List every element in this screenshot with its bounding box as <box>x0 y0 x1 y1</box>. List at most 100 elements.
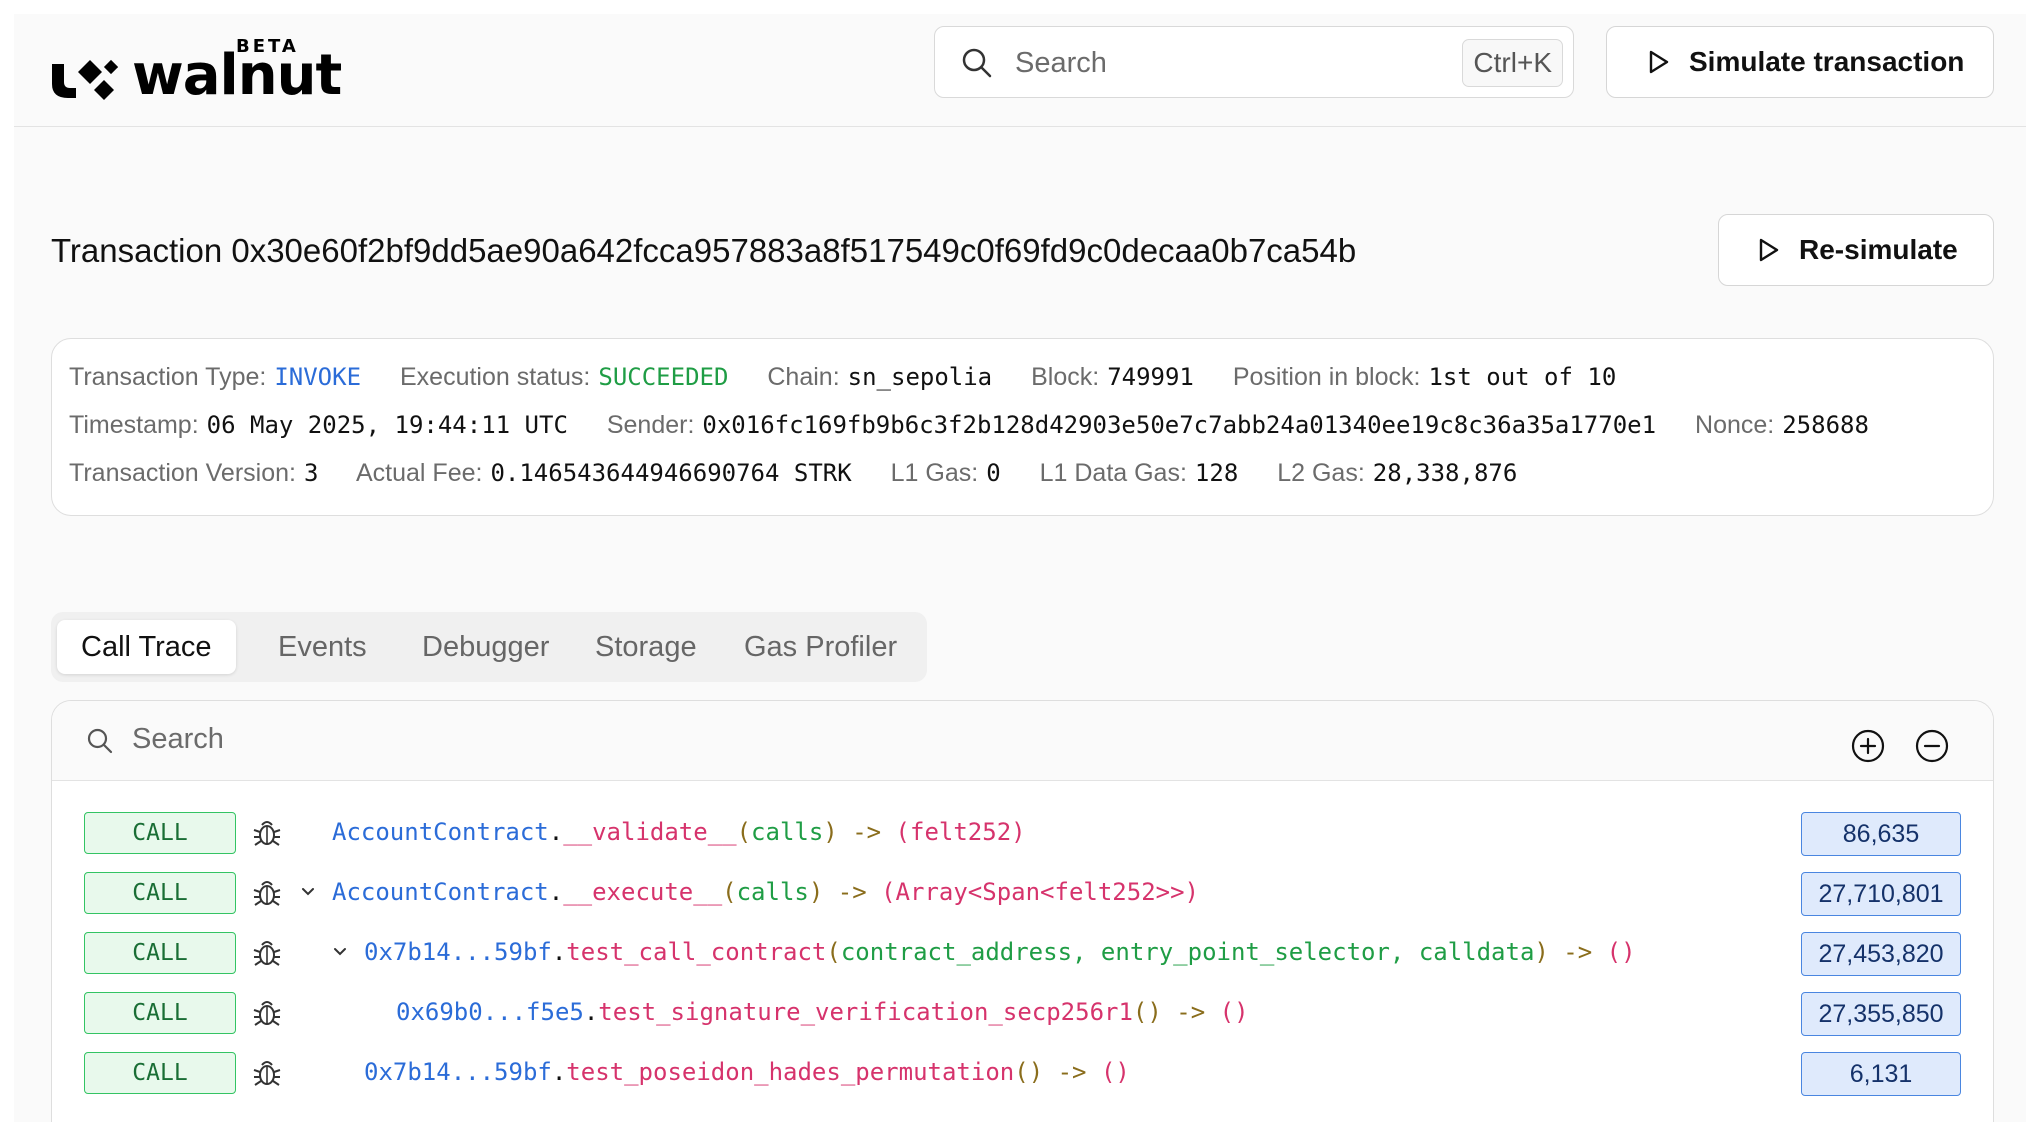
debug-bug-icon[interactable] <box>252 876 282 908</box>
sender-value[interactable]: 0x016fc169fb9b6c3f2b128d42903e50e7c7abb2… <box>702 411 1656 439</box>
transaction-type-value: INVOKE <box>274 363 362 391</box>
view-tabs: Call Trace Events Debugger Storage Gas P… <box>51 612 927 682</box>
walnut-logo-mark-icon <box>52 59 118 100</box>
actual-fee-label: Actual Fee: <box>356 459 483 487</box>
tab-gas-profiler[interactable]: Gas Profiler <box>720 620 921 674</box>
timestamp-value: 06 May 2025, 19:44:11 UTC <box>206 411 568 439</box>
call-type-badge: CALL <box>84 932 236 974</box>
trace-row[interactable]: CALL 0x7b14...59bf.test_poseidon_hades_p… <box>52 1048 1993 1096</box>
info-line-2: Timestamp: 06 May 2025, 19:44:11 UTC Send… <box>69 411 1901 440</box>
l1-data-gas-label: L1 Data Gas: <box>1039 459 1187 487</box>
function-name: test_signature_verification_secp256r1 <box>598 998 1133 1026</box>
gas-used-badge: 27,453,820 <box>1801 932 1961 976</box>
trace-row[interactable]: CALL AccountContract.__validate__(calls)… <box>52 808 1993 856</box>
beta-tag: BETA <box>236 36 299 57</box>
search-icon <box>87 728 113 754</box>
search-icon <box>962 48 992 78</box>
chevron-down-icon[interactable] <box>332 944 348 960</box>
transaction-type-label: Transaction Type: <box>69 363 267 391</box>
tab-events[interactable]: Events <box>254 620 391 674</box>
version-value: 3 <box>303 459 319 487</box>
function-returns: () <box>1606 938 1636 966</box>
chain-label: Chain: <box>767 363 840 391</box>
play-icon <box>1649 50 1669 74</box>
sender-label: Sender: <box>606 411 695 439</box>
execution-status-value: SUCCEEDED <box>598 363 729 391</box>
call-type-badge: CALL <box>84 1052 236 1094</box>
search-shortcut-hint: Ctrl+K <box>1462 39 1563 87</box>
nonce-value: 258688 <box>1782 411 1869 439</box>
debug-bug-icon[interactable] <box>252 816 282 848</box>
gas-used-badge: 27,710,801 <box>1801 872 1961 916</box>
call-signature[interactable]: AccountContract.__execute__(calls) -> (A… <box>332 876 1199 908</box>
re-simulate-label: Re-simulate <box>1799 234 1958 265</box>
re-simulate-button[interactable]: Re-simulate <box>1718 214 1994 286</box>
function-name: test_call_contract <box>566 938 827 966</box>
call-signature[interactable]: AccountContract.__validate__(calls) -> (… <box>332 816 1026 848</box>
function-name: test_poseidon_hades_permutation <box>566 1058 1015 1086</box>
trace-row[interactable]: CALL AccountContract.__execute__(calls) … <box>52 868 1993 916</box>
call-type-badge: CALL <box>84 872 236 914</box>
function-params: calls <box>736 878 809 906</box>
l2-gas-value: 28,338,876 <box>1372 459 1518 487</box>
trace-row[interactable]: CALL 0x7b14...59bf.test_call_contract(co… <box>52 928 1993 976</box>
search-placeholder: Search <box>1015 47 1107 79</box>
info-line-1: Transaction Type: INVOKE Execution status… <box>69 363 1648 392</box>
nonce-label: Nonce: <box>1695 411 1775 439</box>
trace-row[interactable]: CALL 0x69b0...f5e5.test_signature_verifi… <box>52 988 1993 1036</box>
function-returns: (Array<Span<felt252>>) <box>881 878 1199 906</box>
contract-address[interactable]: 0x7b14...59bf <box>364 1058 552 1086</box>
tab-call-trace[interactable]: Call Trace <box>57 620 236 674</box>
walnut-logo[interactable]: walnut BETA <box>50 36 342 116</box>
app-page: walnut BETA Search Ctrl+K Simulate trans… <box>14 14 2026 1122</box>
timestamp-label: Timestamp: <box>69 411 199 439</box>
contract-address[interactable]: 0x69b0...f5e5 <box>396 998 584 1026</box>
block-value[interactable]: 749991 <box>1107 363 1194 391</box>
contract-name[interactable]: AccountContract <box>332 818 549 846</box>
function-name: __execute__ <box>563 878 723 906</box>
call-trace-panel: Search CALL AccountContract.__validate__… <box>51 700 1994 1122</box>
l2-gas-label: L2 Gas: <box>1277 459 1365 487</box>
gas-used-badge: 6,131 <box>1801 1052 1961 1096</box>
function-params: calls <box>751 818 824 846</box>
trace-search-input[interactable]: Search <box>52 701 1993 781</box>
collapse-all-minus-icon[interactable] <box>1915 729 1949 763</box>
call-signature[interactable]: 0x7b14...59bf.test_poseidon_hades_permut… <box>364 1056 1130 1088</box>
tab-debugger[interactable]: Debugger <box>398 620 573 674</box>
debug-bug-icon[interactable] <box>252 1056 282 1088</box>
execution-status-label: Execution status: <box>399 363 591 391</box>
position-label: Position in block: <box>1232 363 1421 391</box>
position-value: 1st out of 10 <box>1428 363 1617 391</box>
l1-gas-label: L1 Gas: <box>890 459 979 487</box>
block-label: Block: <box>1031 363 1100 391</box>
play-icon <box>1759 238 1779 262</box>
function-returns: () <box>1100 1058 1130 1086</box>
global-search-input[interactable]: Search Ctrl+K <box>934 26 1574 98</box>
tab-storage[interactable]: Storage <box>571 620 721 674</box>
function-name: __validate__ <box>563 818 737 846</box>
simulate-transaction-button[interactable]: Simulate transaction <box>1606 26 1994 98</box>
debug-bug-icon[interactable] <box>252 936 282 968</box>
function-params: contract_address, entry_point_selector, … <box>840 938 1535 966</box>
function-returns: (felt252) <box>895 818 1026 846</box>
transaction-title: Transaction 0x30e60f2bf9dd5ae90a642fcca9… <box>51 232 1357 269</box>
trace-search-placeholder: Search <box>132 723 224 755</box>
version-label: Transaction Version: <box>69 459 296 487</box>
call-type-badge: CALL <box>84 992 236 1034</box>
top-bar: walnut BETA Search Ctrl+K Simulate trans… <box>14 14 2026 127</box>
expand-all-plus-icon[interactable] <box>1851 729 1885 763</box>
chevron-down-icon[interactable] <box>300 884 316 900</box>
call-type-badge: CALL <box>84 812 236 854</box>
call-signature[interactable]: 0x7b14...59bf.test_call_contract(contrac… <box>364 936 1636 968</box>
actual-fee-value: 0.146543644946690764 STRK <box>490 459 852 487</box>
call-signature[interactable]: 0x69b0...f5e5.test_signature_verificatio… <box>396 996 1249 1028</box>
l1-gas-value: 0 <box>986 459 1001 487</box>
debug-bug-icon[interactable] <box>252 996 282 1028</box>
gas-used-badge: 86,635 <box>1801 812 1961 856</box>
transaction-info-card: Transaction Type: INVOKE Execution status… <box>51 338 1994 516</box>
l1-data-gas-value: 128 <box>1194 459 1239 487</box>
contract-name[interactable]: AccountContract <box>332 878 549 906</box>
contract-address[interactable]: 0x7b14...59bf <box>364 938 552 966</box>
gas-used-badge: 27,355,850 <box>1801 992 1961 1036</box>
chain-value: sn_sepolia <box>847 363 993 391</box>
